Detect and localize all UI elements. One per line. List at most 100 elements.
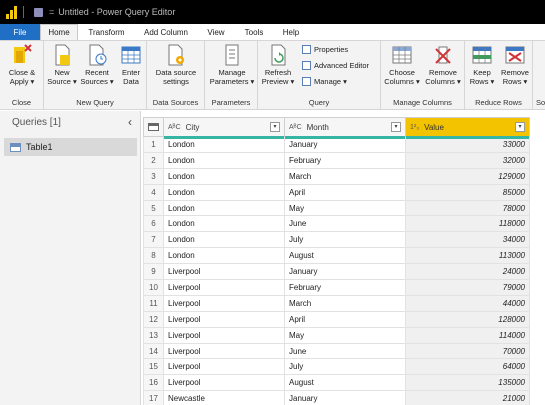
cell-city[interactable]: Liverpool bbox=[163, 279, 285, 296]
row-number[interactable]: 12 bbox=[143, 310, 164, 328]
advanced-editor-button[interactable]: Advanced Editor bbox=[302, 61, 369, 70]
cell-month[interactable]: June bbox=[284, 215, 406, 233]
cell-city[interactable]: London bbox=[163, 167, 285, 185]
row-number[interactable]: 2 bbox=[143, 151, 164, 169]
row-number[interactable]: 14 bbox=[143, 342, 164, 360]
cell-month[interactable]: March bbox=[284, 167, 406, 185]
row-number[interactable]: 17 bbox=[143, 390, 164, 405]
cell-city[interactable]: London bbox=[163, 151, 285, 169]
tab-tools[interactable]: Tools bbox=[235, 24, 273, 40]
table-row[interactable]: 9 Liverpool January 24000 bbox=[143, 263, 530, 281]
cell-value[interactable]: 78000 bbox=[405, 199, 530, 217]
cell-month[interactable]: July bbox=[284, 231, 406, 249]
cell-value[interactable]: 32000 bbox=[405, 151, 530, 169]
tab-view[interactable]: View bbox=[197, 24, 235, 40]
close-apply-button[interactable]: Close & Apply ▾ bbox=[4, 43, 40, 86]
cell-city[interactable]: Liverpool bbox=[163, 326, 285, 344]
refresh-preview-button[interactable]: Refresh Preview ▾ bbox=[261, 43, 295, 86]
table-row[interactable]: 14 Liverpool June 70000 bbox=[143, 342, 530, 360]
recent-sources-button[interactable]: Recent Sources ▾ bbox=[80, 43, 114, 86]
cell-month[interactable]: February bbox=[284, 279, 406, 296]
remove-columns-button[interactable]: Remove Columns ▾ bbox=[423, 43, 463, 86]
column-header-month[interactable]: AᴮC Month ▾ bbox=[284, 117, 406, 139]
choose-columns-button[interactable]: Choose Columns ▾ bbox=[383, 43, 421, 86]
tab-transform[interactable]: Transform bbox=[78, 24, 135, 40]
cell-value[interactable]: 34000 bbox=[405, 231, 530, 249]
collapse-chevron-icon[interactable]: ‹ bbox=[128, 115, 132, 129]
tab-add-column[interactable]: Add Column bbox=[135, 24, 197, 40]
table-row[interactable]: 16 Liverpool August 135000 bbox=[143, 374, 530, 392]
table-row[interactable]: 6 London June 118000 bbox=[143, 215, 530, 233]
filter-dropdown-icon[interactable]: ▾ bbox=[391, 122, 401, 132]
row-number[interactable]: 5 bbox=[143, 199, 164, 217]
table-row[interactable]: 11 Liverpool March 44000 bbox=[143, 294, 530, 312]
cell-month[interactable]: August bbox=[284, 374, 406, 392]
row-number[interactable]: 9 bbox=[143, 263, 164, 281]
manage-parameters-button[interactable]: Manage Parameters ▾ bbox=[207, 43, 257, 86]
query-item-table1[interactable]: Table1 bbox=[4, 138, 137, 156]
table-row[interactable]: 13 Liverpool May 114000 bbox=[143, 326, 530, 344]
row-number[interactable]: 1 bbox=[143, 136, 164, 153]
cell-city[interactable]: Liverpool bbox=[163, 294, 285, 312]
cell-value[interactable]: 70000 bbox=[405, 342, 530, 360]
cell-city[interactable]: Liverpool bbox=[163, 263, 285, 281]
properties-button[interactable]: Properties bbox=[302, 45, 348, 54]
table-row[interactable]: 5 London May 78000 bbox=[143, 199, 530, 217]
table-row[interactable]: 3 London March 129000 bbox=[143, 167, 530, 185]
table-row[interactable]: 10 Liverpool February 79000 bbox=[143, 279, 530, 296]
data-source-settings-button[interactable]: Data source settings bbox=[149, 43, 203, 86]
cell-city[interactable]: London bbox=[163, 183, 285, 201]
cell-city[interactable]: Liverpool bbox=[163, 358, 285, 376]
cell-city[interactable]: Liverpool bbox=[163, 310, 285, 328]
table-row[interactable]: 7 London July 34000 bbox=[143, 231, 530, 249]
column-header-value[interactable]: 1²₃ Value ▾ bbox=[405, 117, 530, 139]
row-number[interactable]: 8 bbox=[143, 247, 164, 265]
row-number[interactable]: 16 bbox=[143, 374, 164, 392]
save-icon[interactable] bbox=[34, 7, 43, 17]
cell-city[interactable]: London bbox=[163, 199, 285, 217]
row-number[interactable]: 15 bbox=[143, 358, 164, 376]
cell-month[interactable]: January bbox=[284, 390, 406, 405]
row-number[interactable]: 11 bbox=[143, 294, 164, 312]
enter-data-button[interactable]: Enter Data bbox=[116, 43, 146, 86]
table-row[interactable]: 8 London August 113000 bbox=[143, 247, 530, 265]
cell-month[interactable]: February bbox=[284, 151, 406, 169]
vertical-scrollbar[interactable] bbox=[532, 117, 545, 405]
cell-city[interactable]: Newcastle bbox=[163, 390, 285, 405]
cell-month[interactable]: June bbox=[284, 342, 406, 360]
cell-value[interactable]: 85000 bbox=[405, 183, 530, 201]
cell-month[interactable]: January bbox=[284, 263, 406, 281]
cell-value[interactable]: 79000 bbox=[405, 279, 530, 296]
cell-month[interactable]: August bbox=[284, 247, 406, 265]
tab-file[interactable]: File bbox=[0, 24, 40, 40]
filter-dropdown-icon[interactable]: ▾ bbox=[515, 122, 525, 132]
number-type-icon[interactable]: 1²₃ bbox=[410, 124, 419, 131]
row-number[interactable]: 3 bbox=[143, 167, 164, 185]
table-row[interactable]: 12 Liverpool April 128000 bbox=[143, 310, 530, 328]
text-type-icon[interactable]: AᴮC bbox=[289, 124, 302, 131]
row-number[interactable]: 4 bbox=[143, 183, 164, 201]
cell-value[interactable]: 24000 bbox=[405, 263, 530, 281]
column-header-city[interactable]: AᴮC City ▾ bbox=[163, 117, 285, 139]
cell-month[interactable]: April bbox=[284, 310, 406, 328]
row-number[interactable]: 13 bbox=[143, 326, 164, 344]
cell-month[interactable]: May bbox=[284, 326, 406, 344]
cell-city[interactable]: Liverpool bbox=[163, 374, 285, 392]
tab-help[interactable]: Help bbox=[273, 24, 309, 40]
cell-value[interactable]: 113000 bbox=[405, 247, 530, 265]
cell-value[interactable]: 64000 bbox=[405, 358, 530, 376]
manage-button[interactable]: Manage ▾ bbox=[302, 77, 347, 86]
cell-value[interactable]: 44000 bbox=[405, 294, 530, 312]
new-source-button[interactable]: New Source ▾ bbox=[46, 43, 78, 86]
row-number[interactable]: 6 bbox=[143, 215, 164, 233]
cell-month[interactable]: May bbox=[284, 199, 406, 217]
table-row[interactable]: 17 Newcastle January 21000 bbox=[143, 390, 530, 405]
table-row[interactable]: 4 London April 85000 bbox=[143, 183, 530, 201]
cell-value[interactable]: 21000 bbox=[405, 390, 530, 405]
cell-month[interactable]: July bbox=[284, 358, 406, 376]
keep-rows-button[interactable]: Keep Rows ▾ bbox=[467, 43, 497, 86]
table-menu-corner[interactable] bbox=[143, 117, 164, 137]
row-number[interactable]: 10 bbox=[143, 279, 164, 296]
text-type-icon[interactable]: AᴮC bbox=[168, 124, 181, 131]
cell-value[interactable]: 128000 bbox=[405, 310, 530, 328]
